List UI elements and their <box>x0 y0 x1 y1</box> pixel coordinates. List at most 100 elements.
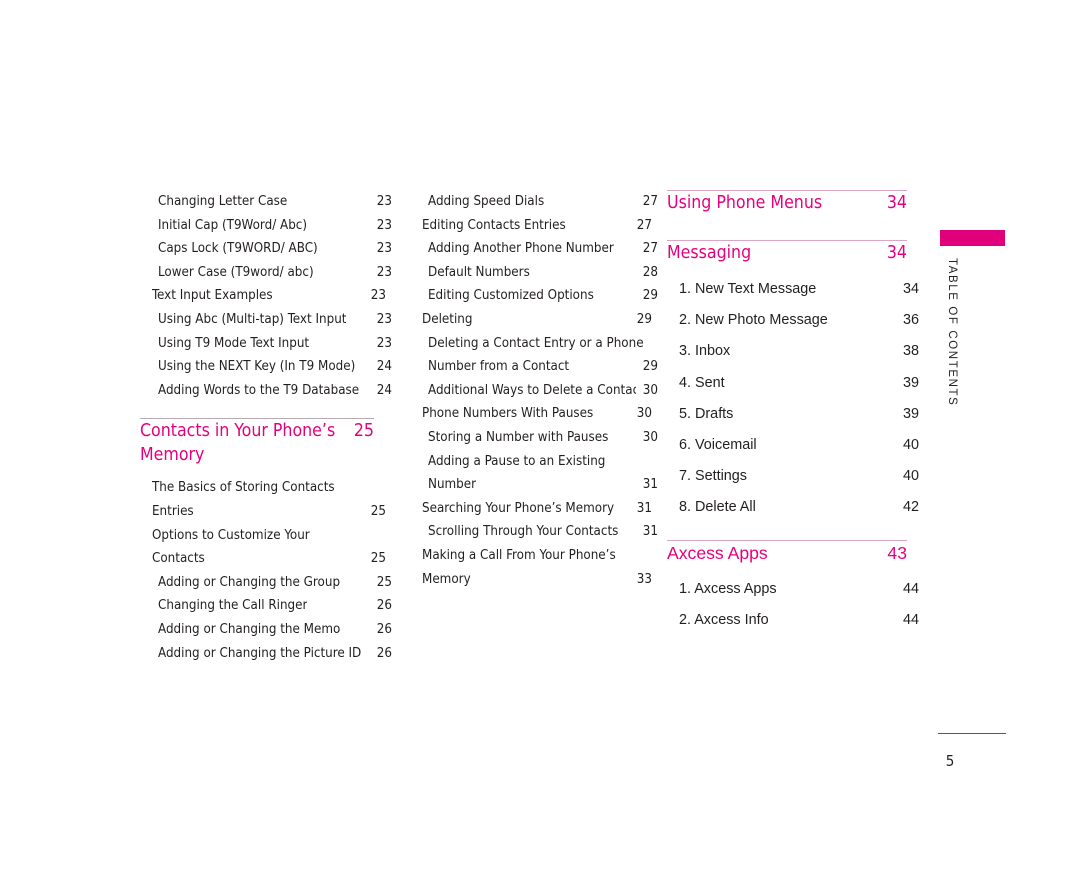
toc-entry[interactable]: Adding a Pause to an Existing <box>410 450 658 474</box>
toc-entry-title: Using Abc (Multi-tap) Text Input <box>158 311 347 327</box>
toc-entry[interactable]: Adding Another Phone Number 27 <box>410 237 658 261</box>
toc-entry[interactable]: Searching Your Phone’s Memory 31 <box>410 497 652 521</box>
toc-entry[interactable]: Number from a Contact 29 <box>410 355 658 379</box>
toc-entry[interactable]: Initial Cap (T9Word/ Abc) 23 <box>140 214 392 238</box>
toc-entry-title: Changing Letter Case <box>158 194 288 209</box>
toc-entry[interactable]: Options to Customize Your <box>140 524 386 548</box>
toc-entry-title: Using the NEXT Key (In T9 Mode) <box>158 359 356 375</box>
toc-entry[interactable]: Additional Ways to Delete a Contact 30 <box>410 379 658 403</box>
toc-entry[interactable]: The Basics of Storing Contacts <box>140 476 386 500</box>
toc-entry-page-number: 24 <box>376 382 392 398</box>
toc-entry-title: Deleting <box>422 311 473 327</box>
toc-entry[interactable]: Phone Numbers With Pauses 30 <box>410 402 652 426</box>
toc-entry[interactable]: Using Abc (Multi-tap) Text Input 23 <box>140 308 392 332</box>
toc-entry[interactable]: Adding Speed Dials 27 <box>410 190 658 214</box>
toc-entry[interactable]: Editing Contacts Entries 27 <box>410 214 652 238</box>
toc-entry[interactable]: Scrolling Through Your Contacts 31 <box>410 520 658 544</box>
toc-entry-title: Storing a Number with Pauses <box>428 429 609 445</box>
toc-entry[interactable]: 4. Sent 39 <box>667 368 919 399</box>
toc-section-heading[interactable]: Messaging 34 <box>667 241 907 265</box>
toc-entry[interactable]: Deleting a Contact Entry or a Phone <box>410 332 658 356</box>
toc-entry[interactable]: Adding or Changing the Memo 26 <box>140 618 392 642</box>
toc-entry[interactable]: Entries 25 <box>140 500 386 524</box>
toc-column-middle: Adding Speed Dials 27 Editing Contacts Ent… <box>410 190 658 591</box>
toc-entry-title: Deleting a Contact Entry or a Phone <box>428 335 644 351</box>
toc-entry[interactable]: 3. Inbox 38 <box>667 336 919 367</box>
toc-entry-page-number: 27 <box>642 194 658 209</box>
toc-entry-title: Adding or Changing the Picture ID <box>158 645 362 661</box>
toc-entry[interactable]: Adding Words to the T9 Database 24 <box>140 379 392 403</box>
toc-entry[interactable]: Lower Case (T9word/ abc) 23 <box>140 261 392 285</box>
toc-entry[interactable]: Deleting 29 <box>410 308 652 332</box>
toc-entry[interactable]: 8. Delete All 42 <box>667 492 919 523</box>
toc-entry[interactable]: Contacts 25 <box>140 547 386 571</box>
toc-entry-page-number: 23 <box>370 288 386 304</box>
toc-entry[interactable]: Text Input Examples 23 <box>140 284 386 308</box>
toc-entry-title: Adding or Changing the Group <box>158 574 341 590</box>
toc-section-heading[interactable]: Using Phone Menus 34 <box>667 191 907 215</box>
toc-column-right: Using Phone Menus 34 Messaging 34 1. New Tex… <box>667 190 919 636</box>
toc-entry-page-number: 23 <box>376 264 392 280</box>
toc-entry[interactable]: 6. Voicemail 40 <box>667 430 919 461</box>
toc-entry-title: 1. New Text Message <box>679 281 817 297</box>
toc-entry-title: Additional Ways to Delete a Contact <box>428 382 636 398</box>
toc-entry-title: Adding Words to the T9 Database <box>158 382 360 398</box>
toc-entry-page-number: 44 <box>902 580 919 597</box>
toc-entry-page-number: 38 <box>902 343 919 360</box>
toc-entry[interactable]: Editing Customized Options 29 <box>410 284 658 308</box>
toc-entry-page-number: 36 <box>902 312 919 329</box>
toc-entry[interactable]: 1. New Text Message 34 <box>667 274 919 305</box>
toc-entry-title: 5. Drafts <box>679 405 734 422</box>
toc-entry[interactable]: 2. New Photo Message 36 <box>667 305 919 336</box>
toc-entry-page-number: 29 <box>642 359 658 375</box>
section-title: Using Phone Menus <box>667 193 823 213</box>
toc-entry-title: 3. Inbox <box>679 343 731 360</box>
toc-entry-title: 4. Sent <box>679 374 725 391</box>
toc-entry[interactable]: Using the NEXT Key (In T9 Mode) 24 <box>140 355 392 379</box>
toc-entry[interactable]: Making a Call From Your Phone’s <box>410 544 652 568</box>
toc-entry[interactable]: 5. Drafts 39 <box>667 399 919 430</box>
toc-section-heading[interactable]: Contacts in Your Phone’s Memory 25 <box>140 419 374 467</box>
toc-entry-page-number: 26 <box>376 621 392 637</box>
toc-entry-page-number: 40 <box>902 468 919 485</box>
toc-section-heading[interactable]: Axcess Apps 43 <box>667 541 907 565</box>
toc-entry-page-number: 23 <box>376 335 392 351</box>
toc-entry[interactable]: Adding or Changing the Picture ID 26 <box>140 642 392 666</box>
toc-entry-title: Memory <box>422 571 471 587</box>
toc-entry[interactable]: 2. Axcess Info 44 <box>667 605 919 636</box>
section-title: Contacts in Your Phone’s Memory <box>140 421 336 466</box>
toc-entry[interactable]: Storing a Number with Pauses 30 <box>410 426 658 450</box>
toc-entry[interactable]: Number 31 <box>410 473 658 497</box>
toc-entry-page-number: 39 <box>902 374 919 391</box>
toc-entry-title: Caps Lock (T9WORD/ ABC) <box>158 241 318 257</box>
toc-entry[interactable]: 7. Settings 40 <box>667 461 919 492</box>
toc-entry[interactable]: Default Numbers 28 <box>410 261 658 285</box>
toc-entry[interactable]: 1. Axcess Apps 44 <box>667 574 919 605</box>
toc-entry[interactable]: Changing Letter Case 23 <box>140 190 392 214</box>
toc-entry-title: Options to Customize Your <box>152 527 310 543</box>
toc-entry[interactable]: Adding or Changing the Group 25 <box>140 571 392 595</box>
toc-entry[interactable]: Memory 33 <box>410 568 652 592</box>
toc-entry-page-number: 25 <box>376 574 392 590</box>
toc-entry-title: Initial Cap (T9Word/ Abc) <box>158 217 308 233</box>
toc-entry[interactable]: Changing the Call Ringer 26 <box>140 594 392 618</box>
toc-entry-title: 2. New Photo Message <box>679 312 828 329</box>
toc-entry[interactable]: Caps Lock (T9WORD/ ABC) 23 <box>140 237 392 261</box>
toc-entry-title: 2. Axcess Info <box>679 611 769 628</box>
toc-entry-title: Number <box>428 477 477 493</box>
section-page-number: 34 <box>886 243 907 263</box>
section-page-number: 25 <box>353 421 374 442</box>
toc-entry-title: Adding Another Phone Number <box>428 241 614 257</box>
toc-entry[interactable]: Using T9 Mode Text Input 23 <box>140 332 392 356</box>
toc-entry-page-number: 40 <box>902 437 919 454</box>
toc-entry-page-number: 23 <box>376 241 392 257</box>
toc-entry-page-number: 31 <box>636 500 652 516</box>
toc-entry-page-number: 39 <box>902 405 919 422</box>
toc-entry-title: Entries <box>152 503 194 519</box>
toc-entry-page-number: 44 <box>902 611 919 628</box>
toc-entry-title: Scrolling Through Your Contacts <box>428 524 619 540</box>
